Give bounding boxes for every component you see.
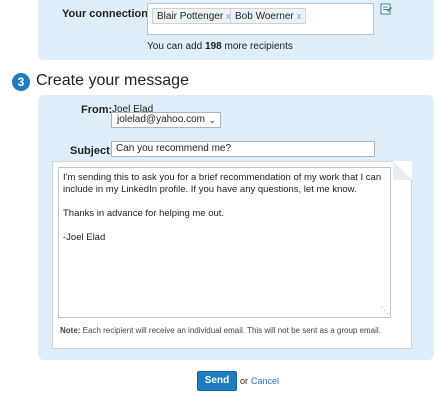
address-book-icon[interactable] <box>380 3 392 15</box>
resize-handle-icon[interactable]: ⋱ <box>380 305 389 316</box>
recipient-token[interactable]: Blair Pottenger x <box>152 8 236 24</box>
remaining-count: 198 <box>205 41 222 52</box>
from-email-value: jolelad@yahoo.com <box>117 114 205 125</box>
subject-label: Subject: <box>70 145 114 157</box>
send-button[interactable]: Send <box>197 371 237 391</box>
page-curl-decoration <box>393 161 412 180</box>
remove-recipient-icon[interactable]: x <box>297 11 302 21</box>
message-textarea[interactable]: I'm sending this to ask you for a brief … <box>58 167 391 318</box>
from-email-select[interactable]: jolelad@yahoo.com ⌄ <box>111 112 221 128</box>
connections-label: Your connections: <box>62 8 158 20</box>
subject-input[interactable]: Can you recommend me? <box>111 141 375 157</box>
group-email-note: Note: Each recipient will receive an ind… <box>60 326 381 335</box>
connections-input[interactable]: Blair Pottenger x Bob Woerner x <box>147 3 374 35</box>
step-title: Create your message <box>36 72 189 89</box>
remaining-recipients-note: You can add 198 more recipients <box>147 41 293 52</box>
or-text: or <box>240 376 249 386</box>
recipient-name: Bob Woerner <box>235 11 294 22</box>
from-label: From: <box>81 104 113 116</box>
cancel-link[interactable]: Cancel <box>251 376 279 386</box>
recipient-name: Blair Pottenger <box>157 11 224 22</box>
recipient-token[interactable]: Bob Woerner x <box>230 8 307 24</box>
step-number-badge: 3 <box>12 73 30 91</box>
chevron-down-icon: ⌄ <box>208 115 216 125</box>
